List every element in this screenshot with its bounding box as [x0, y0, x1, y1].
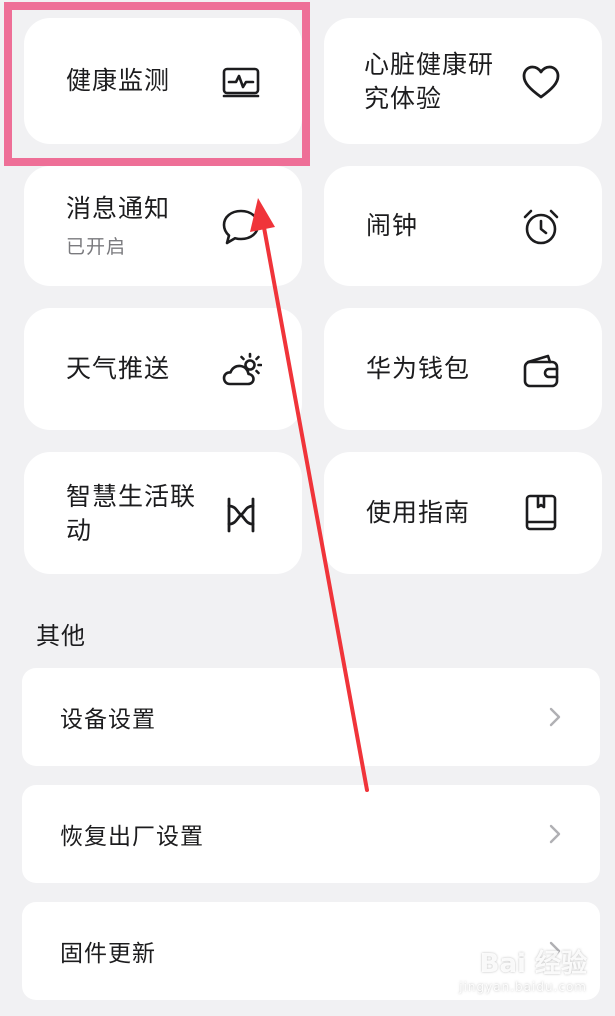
- tile-heart-health-study[interactable]: 心脏健康研 究体验: [324, 18, 602, 144]
- tile-message-notifications[interactable]: 消息通知 已开启: [24, 166, 302, 286]
- baidu-watermark: Bai 经验 jingyan.baidu.com: [459, 943, 587, 994]
- weather-cloud-sun-icon: [220, 350, 262, 392]
- guide-book-icon: [520, 492, 562, 534]
- section-title-other: 其他: [36, 622, 86, 650]
- tile-label: 使用指南: [366, 498, 471, 527]
- tile-label: 心脏健康研 究体验: [364, 50, 495, 113]
- annotation-highlight-box: [4, 2, 310, 166]
- tile-alarm[interactable]: 闹钟: [324, 166, 602, 286]
- wallet-icon: [520, 350, 562, 392]
- tile-label: 华为钱包: [366, 354, 471, 383]
- tile-user-guide[interactable]: 使用指南: [324, 452, 602, 574]
- watermark-url: jingyan.baidu.com: [459, 980, 587, 994]
- list-item-device-settings[interactable]: 设备设置: [22, 668, 600, 766]
- tile-huawei-wallet[interactable]: 华为钱包: [324, 308, 602, 430]
- alarm-clock-icon: [520, 206, 562, 248]
- list-item-factory-reset[interactable]: 恢复出厂设置: [22, 785, 600, 883]
- list-item-label: 固件更新: [60, 941, 156, 967]
- chat-bubble-icon: [220, 206, 262, 248]
- tile-status: 已开启: [66, 236, 127, 258]
- tile-label: 闹钟: [366, 211, 419, 240]
- tile-smart-life-linkage[interactable]: 智慧生活联 动: [24, 452, 302, 574]
- heart-icon: [520, 62, 562, 104]
- chevron-right-icon: [549, 707, 561, 727]
- watermark-text: Bai 经验: [479, 949, 587, 979]
- tile-label: 智慧生活联 动: [66, 482, 197, 545]
- tile-weather-push[interactable]: 天气推送: [24, 308, 302, 430]
- tile-label: 天气推送: [66, 354, 171, 383]
- tile-label: 消息通知: [66, 194, 171, 223]
- chevron-right-icon: [549, 824, 561, 844]
- list-item-label: 设备设置: [60, 707, 156, 733]
- smart-life-link-icon: [220, 494, 262, 536]
- list-item-label: 恢复出厂设置: [60, 824, 204, 850]
